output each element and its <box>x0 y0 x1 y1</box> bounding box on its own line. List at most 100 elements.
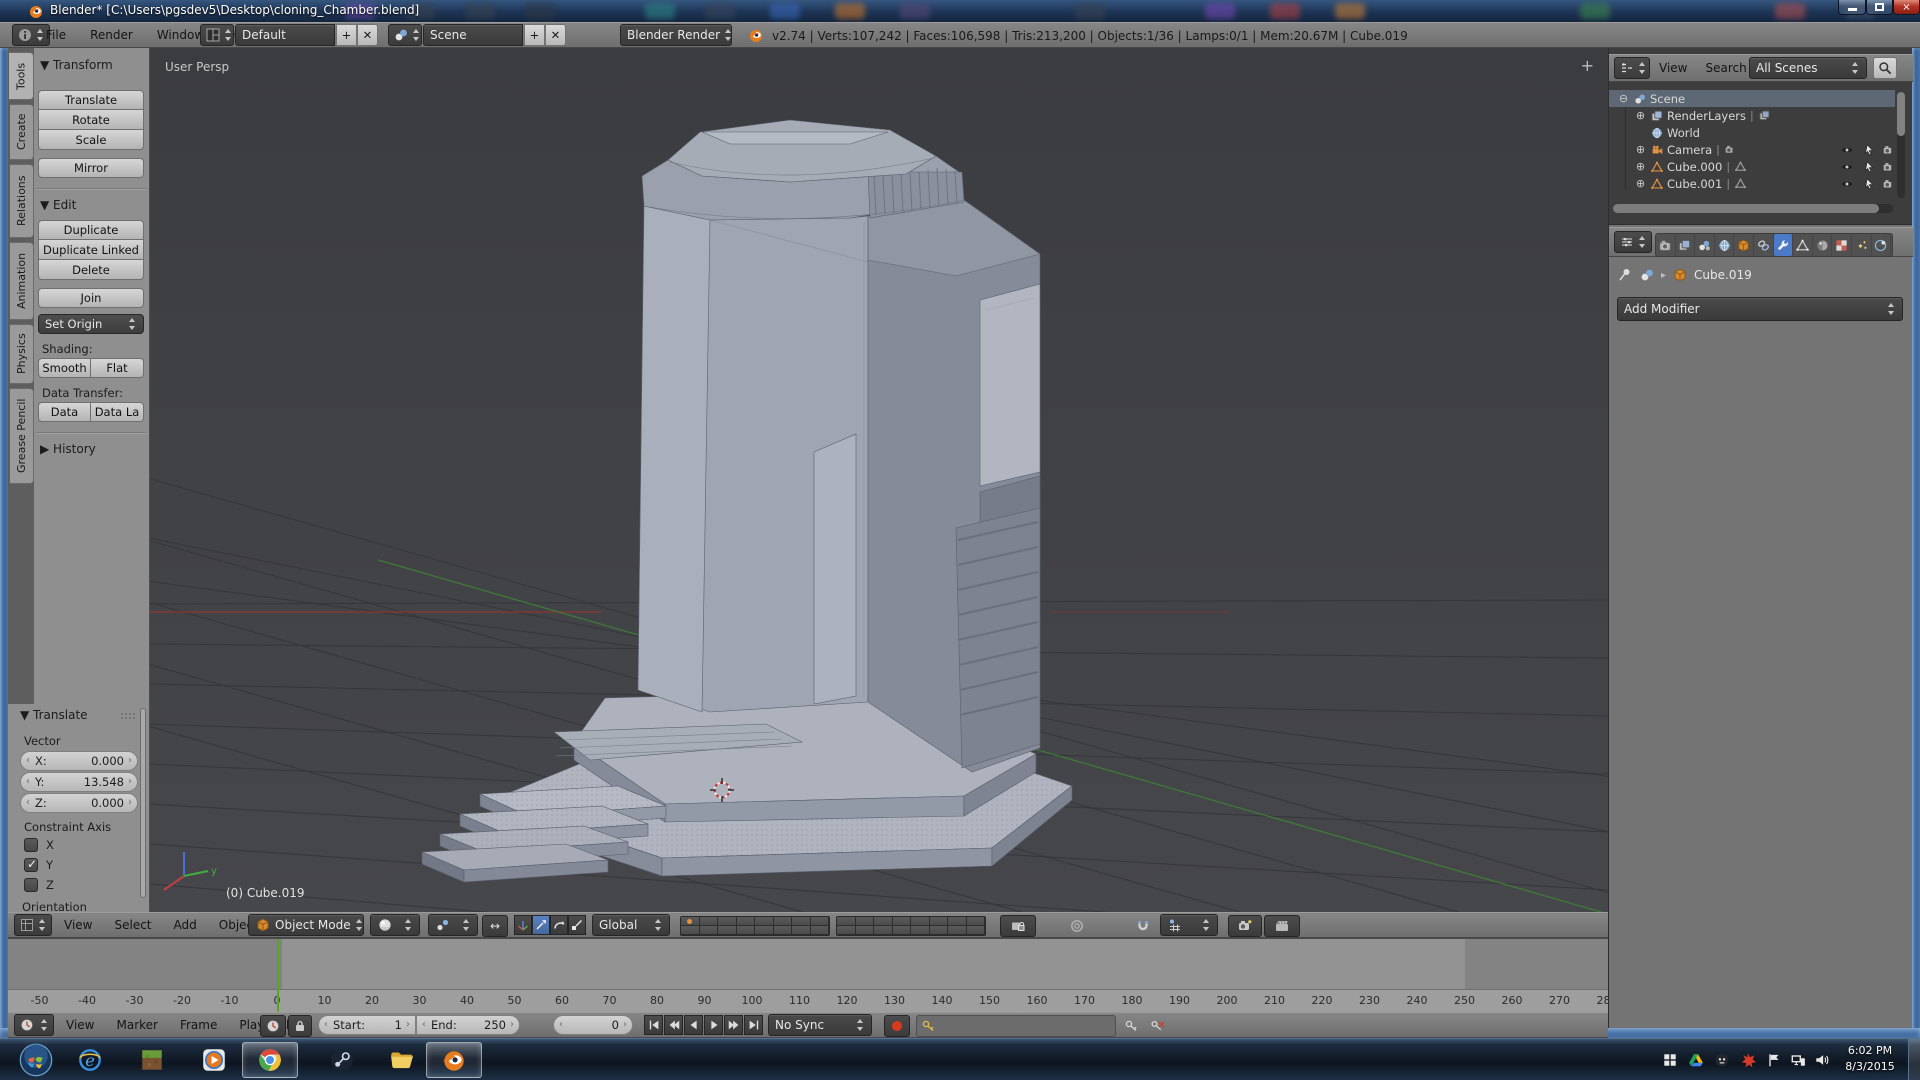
layer-cell[interactable] <box>911 917 930 926</box>
breadcrumb-scene-icon[interactable] <box>1639 267 1655 283</box>
layer-cell[interactable] <box>893 926 912 935</box>
properties-tab-object[interactable] <box>1734 234 1754 256</box>
layers-block-1[interactable] <box>680 916 830 936</box>
layer-cell[interactable] <box>837 917 856 926</box>
constraint-axis-x-checkbox[interactable] <box>24 838 38 852</box>
layer-cell[interactable] <box>718 926 737 935</box>
snap-element-select[interactable] <box>1160 914 1218 936</box>
menu-view[interactable]: View <box>1659 61 1687 75</box>
toggle-selectability-icon[interactable] <box>1861 176 1877 191</box>
layer-cell[interactable] <box>737 917 756 926</box>
increment-arrow-icon[interactable]: › <box>623 1020 627 1030</box>
properties-tab-constraints[interactable] <box>1754 234 1774 256</box>
properties-tab-modifiers[interactable] <box>1774 234 1794 256</box>
layer-cell[interactable] <box>930 926 949 935</box>
layer-cell[interactable] <box>755 926 774 935</box>
show-desktop-button[interactable] <box>1908 1039 1920 1080</box>
menu-select[interactable]: Select <box>114 918 151 932</box>
layer-cell[interactable] <box>856 917 875 926</box>
scene-field[interactable]: Scene <box>423 24 523 46</box>
insert-keyframe-button[interactable] <box>1120 1015 1144 1037</box>
panel-edit-header[interactable]: ▼ Edit <box>40 198 76 212</box>
window-titlebar[interactable]: Blender* [C:\Users\pgsdev5\Desktop\cloni… <box>0 0 1920 22</box>
layer-cell[interactable] <box>811 926 830 935</box>
play-reverse-button[interactable] <box>684 1015 703 1035</box>
screen-layout-icon-button[interactable] <box>200 24 234 46</box>
manipulator-axis-button[interactable] <box>514 915 532 935</box>
toggle-renderability-icon[interactable] <box>1881 176 1897 191</box>
outliner-row-world[interactable]: World <box>1609 124 1895 141</box>
model-cloning-chamber[interactable] <box>422 120 1072 882</box>
toggle-visibility-icon[interactable] <box>1839 176 1855 191</box>
panel-redo-header[interactable]: ▼ Translate <box>20 708 88 722</box>
layer-cell[interactable] <box>792 917 811 926</box>
taskbar-clock[interactable]: 6:02 PM 8/3/2015 <box>1834 1043 1906 1075</box>
tool-shelf-tab-physics[interactable]: Physics <box>10 324 34 384</box>
expand-icon[interactable]: ⊕ <box>1634 109 1647 122</box>
keying-set-field[interactable] <box>916 1015 1116 1037</box>
outliner-editor-type-button[interactable] <box>1614 57 1650 79</box>
sync-mode-select[interactable]: No Sync <box>768 1014 872 1036</box>
add-modifier-select[interactable]: Add Modifier <box>1617 297 1903 321</box>
play-button[interactable] <box>704 1015 723 1035</box>
add-scene-button[interactable]: + <box>524 24 545 46</box>
scrollbar-thumb[interactable] <box>1897 92 1905 136</box>
rotate-button[interactable]: Rotate <box>38 110 144 130</box>
panel-history-header[interactable]: ▶ History <box>40 442 96 456</box>
decrement-arrow-icon[interactable]: ‹ <box>26 756 30 766</box>
delete-keyframe-button[interactable] <box>1146 1015 1170 1037</box>
tray-google-drive-icon[interactable] <box>1688 1052 1704 1068</box>
outliner-vscrollbar[interactable] <box>1897 92 1905 198</box>
menu-file[interactable]: File <box>46 28 66 42</box>
tool-shelf-scrollbar[interactable] <box>140 708 146 898</box>
menu-view[interactable]: View <box>66 1018 94 1032</box>
menu-window[interactable]: Window <box>157 28 204 42</box>
layer-cell[interactable] <box>856 926 875 935</box>
properties-tab-object-data[interactable] <box>1793 234 1813 256</box>
properties-tab-particles[interactable] <box>1852 234 1872 256</box>
tool-shelf-tab-create[interactable]: Create <box>10 104 34 160</box>
constraint-axis-y-checkbox[interactable] <box>24 858 38 872</box>
layer-cell[interactable] <box>737 926 756 935</box>
layer-cell[interactable] <box>792 926 811 935</box>
toggle-renderability-icon[interactable] <box>1881 142 1897 157</box>
outliner-hscrollbar[interactable] <box>1613 204 1893 213</box>
increment-arrow-icon[interactable]: › <box>510 1020 514 1030</box>
jump-to-end-button[interactable] <box>744 1015 763 1035</box>
shade-flat-button[interactable]: Flat <box>91 358 144 378</box>
tool-shelf-tab-relations[interactable]: Relations <box>10 164 34 238</box>
lock-to-scene-button[interactable] <box>1000 915 1036 937</box>
decrement-arrow-icon[interactable]: ‹ <box>324 1020 328 1030</box>
layer-cell[interactable] <box>774 926 793 935</box>
increment-arrow-icon[interactable]: › <box>128 777 132 787</box>
decrement-arrow-icon[interactable]: ‹ <box>26 777 30 787</box>
decrement-arrow-icon[interactable]: ‹ <box>559 1020 563 1030</box>
menu-render[interactable]: Render <box>90 28 133 42</box>
viewport-editor-type-button[interactable] <box>14 914 52 936</box>
layer-cell[interactable] <box>700 926 719 935</box>
menu-frame[interactable]: Frame <box>180 1018 217 1032</box>
manipulator-scale-button[interactable] <box>568 915 586 935</box>
vector-x-field[interactable]: ‹ X: 0.000 › <box>20 751 138 771</box>
viewport-3d[interactable]: User Persp y (0) Cube.019 + <box>150 48 1608 912</box>
expand-icon[interactable]: ⊕ <box>1634 160 1647 173</box>
layer-cell[interactable] <box>874 917 893 926</box>
duplicate-linked-button[interactable]: Duplicate Linked <box>38 240 144 260</box>
panel-drag-grip[interactable] <box>120 712 136 720</box>
toggle-selectability-icon[interactable] <box>1861 159 1877 174</box>
data-transfer-layout-button[interactable]: Data La <box>91 402 144 422</box>
delete-scene-button[interactable]: ✕ <box>545 24 566 46</box>
mirror-button[interactable]: Mirror <box>38 158 144 178</box>
panel-transform-header[interactable]: ▼ Transform <box>40 58 113 72</box>
menu-marker[interactable]: Marker <box>116 1018 157 1032</box>
manipulate-centers-button[interactable]: ↔ <box>482 915 508 937</box>
tray-action-flag-icon[interactable] <box>1766 1052 1782 1068</box>
timeline-editor-type-button[interactable] <box>14 1014 54 1036</box>
increment-arrow-icon[interactable]: › <box>406 1020 410 1030</box>
scene-icon-button[interactable] <box>388 24 422 46</box>
frame-start-field[interactable]: ‹ Start: 1 › <box>318 1015 416 1035</box>
menu-view[interactable]: View <box>64 918 92 932</box>
layer-cell[interactable] <box>718 917 737 926</box>
scale-button[interactable]: Scale <box>38 130 144 150</box>
next-keyframe-button[interactable] <box>724 1015 743 1035</box>
